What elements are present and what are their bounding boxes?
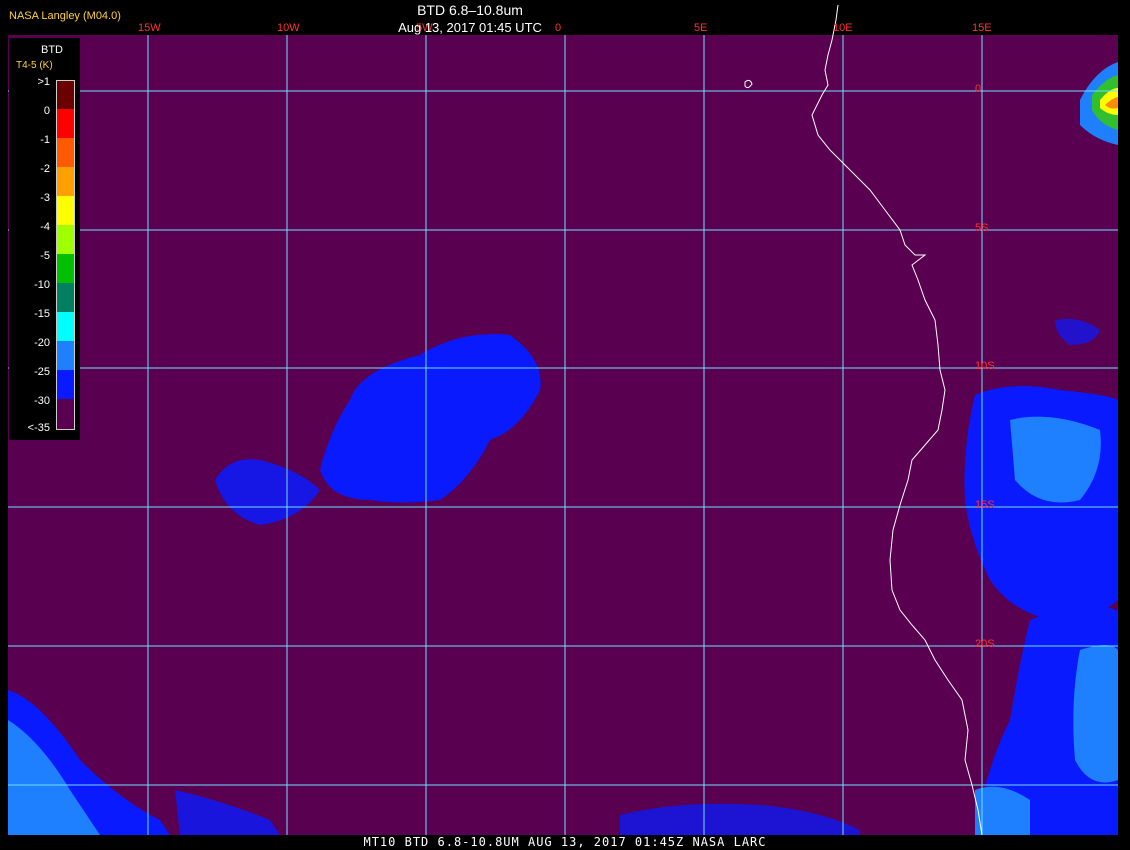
legend-label: 0	[43, 105, 50, 117]
legend-title: BTD	[41, 44, 63, 56]
footer-caption: MT10 BTD 6.8-10.8UM AUG 13, 2017 01:45Z …	[363, 835, 767, 849]
legend-label: >1	[37, 76, 50, 88]
legend-label: -3	[40, 192, 50, 204]
legend-label: <-35	[27, 422, 50, 434]
legend-swatch-frame	[56, 80, 75, 430]
legend-label: -15	[34, 308, 50, 320]
legend-label: -5	[40, 250, 50, 262]
legend-label: -10	[34, 279, 50, 291]
cloud-region	[1073, 645, 1118, 783]
legend-units: T4-5 (K)	[16, 60, 53, 71]
latitude-label: 15S	[975, 499, 995, 511]
latitude-label: 10S	[975, 360, 995, 372]
image-datetime: Aug 13, 2017 01:45 UTC	[398, 20, 542, 35]
btd-map	[8, 4, 1118, 836]
latitude-label: 0	[975, 83, 982, 95]
latitude-label: 5S	[975, 222, 989, 234]
color-legend: BTD T4-5 (K) >1 0 -1 -2 -3 -4 -5 -10 -15 -20 -25 -3…	[9, 38, 80, 440]
longitude-label: 15E	[972, 22, 992, 34]
latitude-label: 20S	[975, 638, 995, 650]
satellite-viewer: 15W 10W 5W 0 5E 10E 15E 0 5S 10S 15S 20S NASA Langl…	[0, 0, 1130, 850]
legend-label: -30	[34, 395, 50, 407]
map-background	[8, 35, 1118, 835]
legend-label: -20	[34, 337, 50, 349]
legend-label: -25	[34, 366, 50, 378]
product-title: BTD 6.8–10.8um	[417, 2, 523, 18]
legend-label: -1	[40, 134, 50, 146]
legend-label: -2	[40, 163, 50, 175]
legend-label: -4	[40, 221, 50, 233]
